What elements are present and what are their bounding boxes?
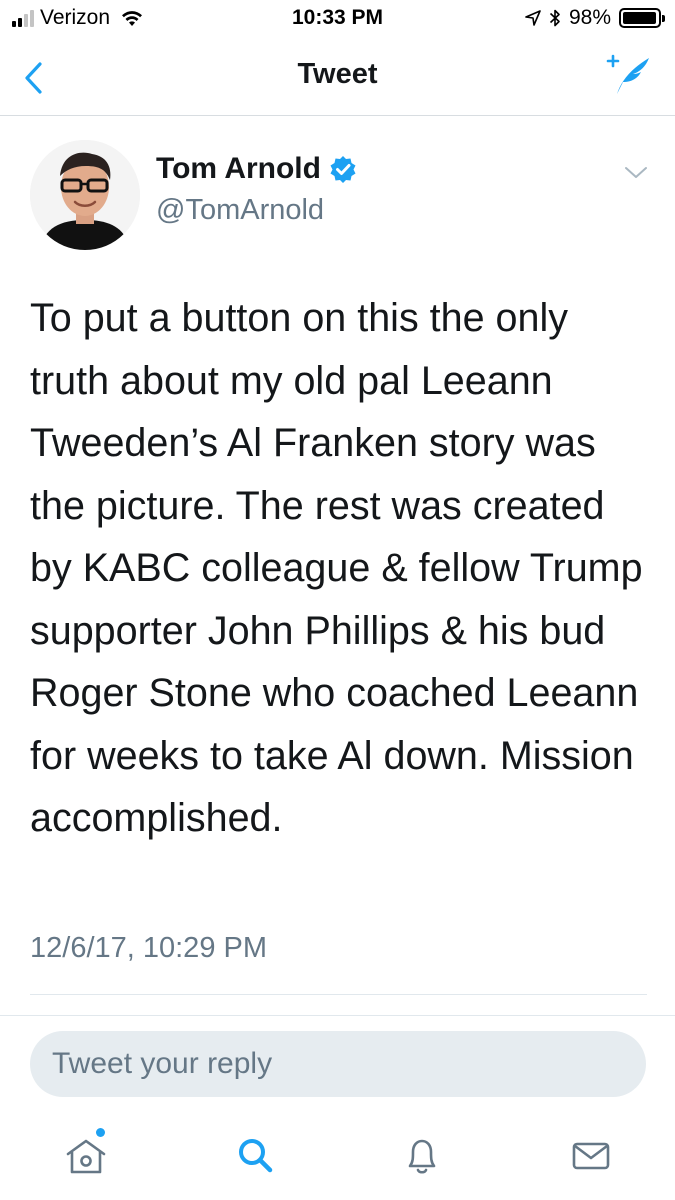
verified-badge-icon bbox=[330, 156, 356, 183]
tab-notifications[interactable] bbox=[397, 1130, 447, 1180]
mail-icon bbox=[572, 1142, 610, 1170]
search-icon bbox=[239, 1139, 273, 1173]
name-row: Tom Arnold bbox=[156, 152, 357, 186]
notification-dot bbox=[96, 1128, 105, 1137]
status-right: 98% bbox=[525, 6, 665, 30]
bluetooth-icon bbox=[549, 9, 560, 27]
tweet-timestamp: 12/6/17, 10:29 PM bbox=[30, 932, 267, 964]
home-icon bbox=[66, 1139, 106, 1174]
divider bbox=[0, 1015, 675, 1016]
compose-tweet-button[interactable] bbox=[605, 52, 651, 98]
avatar[interactable] bbox=[30, 140, 140, 250]
tab-search[interactable] bbox=[230, 1130, 280, 1180]
tab-messages[interactable] bbox=[566, 1130, 616, 1180]
page-title: Tweet bbox=[297, 58, 378, 90]
tab-home[interactable] bbox=[61, 1128, 111, 1180]
chevron-down-icon[interactable] bbox=[623, 164, 649, 182]
tweet-text: To put a button on this the only truth a… bbox=[30, 296, 643, 840]
battery-level-fill bbox=[623, 12, 657, 24]
nav-bar: Tweet bbox=[0, 38, 675, 116]
reply-placeholder: Tweet your reply bbox=[52, 1047, 273, 1080]
battery-icon bbox=[619, 8, 665, 28]
profile-photo bbox=[30, 140, 140, 250]
bell-icon bbox=[408, 1139, 436, 1174]
compose-tweet-icon bbox=[606, 54, 649, 94]
location-arrow-icon bbox=[525, 10, 541, 26]
author-handle: @TomArnold bbox=[156, 194, 325, 226]
tab-bar bbox=[0, 1110, 675, 1200]
tweet-author[interactable]: Tom Arnold @TomArnold bbox=[156, 152, 357, 227]
reply-input[interactable]: Tweet your reply bbox=[30, 1031, 646, 1097]
author-name: Tom Arnold bbox=[156, 152, 321, 185]
status-bar: Verizon 10:33 PM 98% bbox=[0, 0, 675, 38]
battery-percent: 98% bbox=[568, 6, 611, 29]
divider bbox=[30, 994, 647, 995]
